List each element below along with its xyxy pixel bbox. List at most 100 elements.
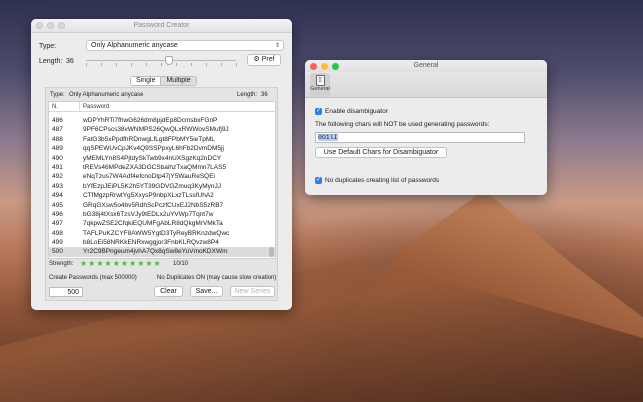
info-length-value: 36 [261, 92, 268, 98]
slider-track [86, 60, 236, 61]
minimize-button[interactable] [47, 22, 54, 29]
row-password: TAFLPuKZCYF8AWW5YgtD3TyReyBRKnzdwQwc [83, 229, 230, 237]
info-length-label: Length: [237, 92, 258, 98]
row-number: 487 [52, 126, 63, 134]
scrollbar[interactable] [269, 113, 274, 258]
row-password: yMEMLYn8S4PjtdySkTwb9x4nUXSgzKq2nDCY [83, 154, 222, 162]
row-number: 499 [52, 239, 63, 247]
gear-icon: ⚙ [253, 56, 260, 63]
type-select-value: Only Alphanumeric anycase [91, 42, 178, 49]
table-row[interactable]: 494 CTfMgzpRrwtYg5XxysP9nbpXLxzTLssfUhA2 [49, 191, 275, 200]
table-row[interactable]: 493 bYfEzpJEiPL5K2h5YT39GDVGZmuq3KyMynJJ [49, 182, 275, 191]
row-password: FatG3b5xPpdfhRDnwgLfLgt8FPbMY5ieTpML [83, 135, 215, 143]
row-number: 498 [52, 229, 63, 237]
slider-tick [161, 63, 162, 66]
mode-segmented-control[interactable]: Single Multiple [130, 76, 197, 86]
column-header-number[interactable]: N. [49, 102, 80, 111]
table-row[interactable]: 488 FatG3b5xPpdfhRDnwgLfLgt8FPbMY5ieTpML [49, 135, 275, 144]
table-row[interactable]: 496 bG38j4tXsx6TzsVJy9tEDLx2uYVWp7Tqnt7w [49, 210, 275, 219]
column-header-password[interactable]: Password [80, 102, 109, 111]
row-password: eNqTzus7W4Adf4efcnoDtp47jY5WauReSQEi [83, 173, 215, 181]
password-table[interactable]: N. Password 486 wDPYhRTi7fhwG626dm8pjdEp8… [48, 101, 276, 259]
chevron-updown-icon: ⇕ [274, 43, 280, 49]
no-duplicates-checkbox[interactable]: ✓ No duplicates creating list of passwor… [315, 177, 439, 184]
window-title: Password Creator [133, 22, 190, 29]
row-number: 491 [52, 163, 63, 171]
table-row[interactable]: 491 tREVs46MPdeZXA3DGCSbaihzTxaQMmn7LAS5 [49, 163, 275, 172]
type-label: Type: [39, 43, 57, 50]
tab-single[interactable]: Single [131, 77, 161, 85]
star-icon: ★ [153, 259, 161, 268]
slider-tick [176, 63, 177, 66]
new-series-button[interactable]: New Series [230, 286, 275, 297]
star-icon: ★ [120, 259, 129, 268]
table-row[interactable]: 498 TAFLPuKZCYF8AWW5YgtD3TyReyBRKnzdwQwc [49, 229, 275, 238]
general-preferences-window: General ▯ General ✓ Enable disambiguator… [305, 60, 547, 195]
close-button[interactable] [310, 62, 317, 70]
toolbar-item-general[interactable]: ▯ General [310, 73, 330, 97]
row-password: qqSPEWUvCpJKv4Q9SSPpxyL6hFb2DvmDM5jj [83, 145, 224, 153]
minimize-button[interactable] [321, 62, 328, 70]
slider-tick [101, 63, 102, 66]
window-title: General [413, 62, 439, 69]
row-password: 9PF6CPscs38vWNMPS26QwQLxRWWovSMufj9J [83, 126, 229, 134]
slider-knob[interactable] [164, 56, 173, 65]
table-header: N. Password [49, 102, 275, 112]
star-icon: ★ [80, 259, 88, 268]
table-row[interactable]: 492 eNqTzus7W4Adf4efcnoDtp47jY5WauReSQEi [49, 172, 275, 181]
preferences-toolbar: ▯ General [305, 72, 547, 98]
table-row[interactable]: 497 7qkpwZSE2CfqkiEQUMFgAbLR8dQkgMrVMkTa [49, 219, 275, 228]
count-field[interactable]: 500 [49, 287, 83, 297]
row-number: 488 [52, 135, 63, 143]
pref-button-label: Pref [261, 56, 275, 63]
table-row[interactable]: 489 qqSPEWUvCpJKv4Q9SSPpxyL6hFb2DvmDM5jj [49, 144, 275, 153]
row-password: Yr2C9BPngeum4jvhA7Qx8qSw8eYuVmoKDXWm [83, 248, 228, 256]
slider-tick [191, 63, 192, 66]
star-icon: ★ [137, 259, 145, 268]
row-password: bYfEzpJEiPL5K2h5YT39GDVGZmuq3KyMynJJ [83, 182, 222, 190]
length-value: 36 [66, 58, 74, 65]
type-select[interactable]: Only Alphanumeric anycase ⇕ [86, 40, 284, 51]
table-row[interactable]: 490 yMEMLYn8S4PjtdySkTwb9x4nUXSgzKq2nDCY [49, 154, 275, 163]
save-button[interactable]: Save... [190, 286, 223, 297]
window-controls [36, 22, 65, 29]
close-button[interactable] [36, 22, 43, 29]
pref-button[interactable]: ⚙ Pref [247, 54, 281, 66]
disambiguator-checkbox[interactable]: ✓ Enable disambiguator [315, 108, 388, 115]
slider-tick [131, 63, 132, 66]
row-number: 486 [52, 117, 63, 124]
row-number: 492 [52, 173, 63, 181]
zoom-button[interactable] [332, 62, 339, 70]
excluded-chars-field[interactable]: 0O1lI [315, 132, 525, 143]
row-password: bG38j4tXsx6TzsVJy9tEDLx2uYVWp7Tqnt7w [83, 210, 214, 218]
scrollbar-thumb[interactable] [269, 247, 274, 257]
slider-tick [236, 63, 237, 66]
disambiguator-label: Enable disambiguator [325, 108, 388, 115]
table-row[interactable]: 495 GRqGXsw5o4bv5RdhScPczfCUxEJ2NbS5zRB7 [49, 201, 275, 210]
default-chars-button[interactable]: Use Default Chars for Disambiguator [315, 147, 447, 158]
info-type-value: Only Alphanumeric anycase [69, 92, 144, 98]
row-number: 490 [52, 154, 63, 162]
titlebar[interactable]: General [305, 60, 547, 72]
password-creator-window: Password Creator Type: Only Alphanumeric… [31, 19, 292, 310]
no-duplicates-label: No duplicates creating list of passwords [325, 177, 440, 184]
zoom-button[interactable] [58, 22, 65, 29]
row-number: 489 [52, 145, 63, 153]
row-password: wDPYhRTi7fhwG626dm8pjdEp8DcmsbxFGnP [83, 117, 218, 124]
star-icon: ★ [129, 259, 137, 268]
titlebar[interactable]: Password Creator [31, 19, 292, 33]
slider-tick [221, 63, 222, 66]
row-password: tREVs46MPdeZXA3DGCSbaihzTxaQMmn7LAS5 [83, 163, 227, 171]
table-row[interactable]: 500 Yr2C9BPngeum4jvhA7Qx8qSw8eYuVmoKDXWm [49, 247, 275, 257]
excluded-chars-value: 0O1lI [318, 134, 338, 141]
length-slider[interactable] [86, 55, 237, 67]
table-row[interactable]: 499 b8LoEi58NRKkENRxwggjor3FnbKLRQvzw8P4 [49, 238, 275, 247]
row-password: GRqGXsw5o4bv5RdhScPczfCUxEJ2NbS5zRB7 [83, 201, 224, 209]
row-password: b8LoEi58NRKkENRxwggjor3FnbKLRQvzw8P4 [83, 239, 219, 247]
table-row[interactable]: 486 wDPYhRTi7fhwG626dm8pjdEp8DcmsbxFGnP [49, 116, 275, 125]
row-number: 493 [52, 182, 63, 190]
row-number: 494 [52, 192, 63, 200]
tab-multiple[interactable]: Multiple [160, 77, 196, 85]
clear-button[interactable]: Clear [154, 286, 183, 297]
table-row[interactable]: 487 9PF6CPscs38vWNMPS26QwQLxRWWovSMufj9J [49, 125, 275, 134]
